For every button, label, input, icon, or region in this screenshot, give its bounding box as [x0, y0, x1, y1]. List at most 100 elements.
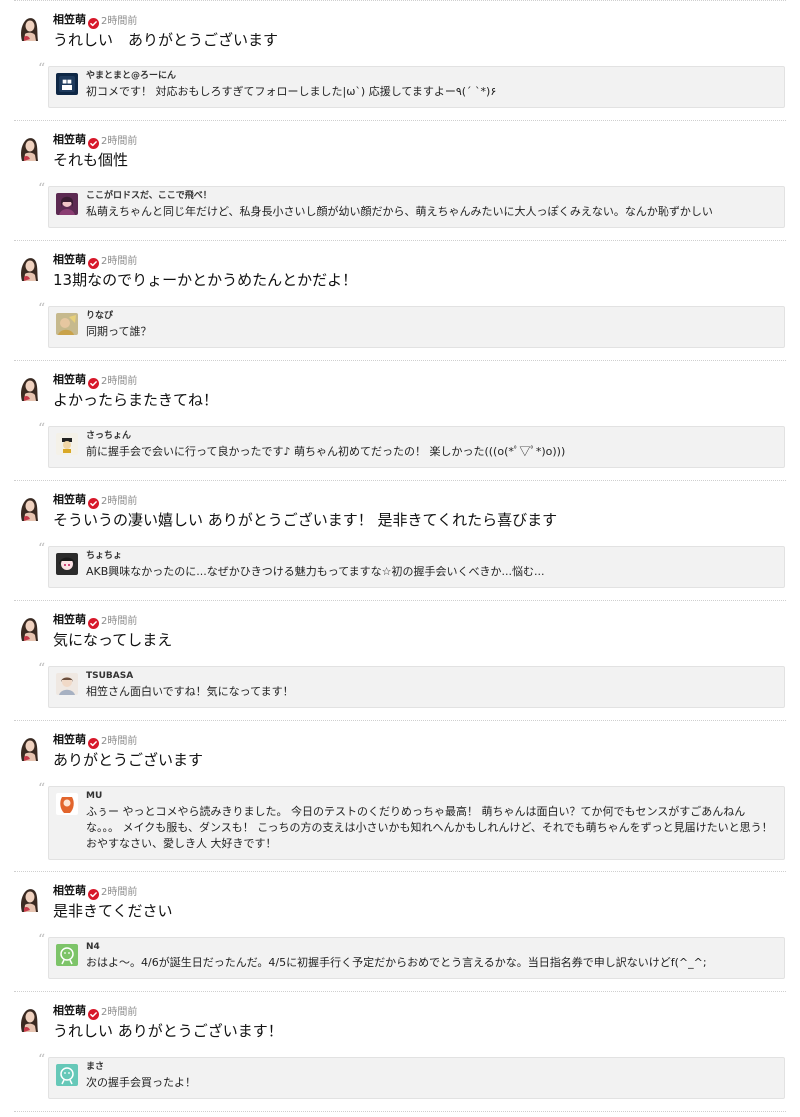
quoted-comment[interactable]: ここがロドスだ、ここで飛べ！ 私萌えちゃんと同じ年だけど、私身長小さいし顔が幼い顔… — [48, 186, 785, 228]
author-avatar[interactable] — [16, 1005, 42, 1033]
quote-icon: “ — [38, 541, 46, 557]
verified-icon — [88, 254, 99, 269]
author-name[interactable]: 相笠萌 — [53, 251, 86, 267]
verified-icon — [88, 134, 99, 149]
divider — [14, 0, 786, 1]
timestamp: 2時間前 — [101, 1006, 138, 1018]
commenter-avatar[interactable] — [56, 944, 78, 966]
svg-text:■■: ■■ — [62, 79, 72, 85]
timestamp: 2時間前 — [101, 135, 138, 147]
comment-text: AKB興味なかったのに...なぜかひきつける魅力もってますな☆初の握手会いくべき… — [86, 565, 545, 578]
quoted-comment[interactable]: ちょちょ AKB興味なかったのに...なぜかひきつける魅力もってますな☆初の握手会… — [48, 546, 785, 588]
quoted-comment[interactable]: まさ次の握手会買ったよ！ — [48, 1057, 785, 1099]
quote-icon: “ — [38, 781, 46, 797]
divider — [14, 871, 786, 872]
author-avatar[interactable] — [16, 374, 42, 402]
timestamp: 2時間前 — [101, 375, 138, 387]
post-meta: 相笠萌 2時間前 — [53, 11, 137, 29]
author-avatar[interactable] — [16, 885, 42, 913]
author-name[interactable]: 相笠萌 — [53, 11, 86, 27]
author-avatar[interactable] — [16, 254, 42, 282]
quote-icon: “ — [38, 932, 46, 948]
quote-icon: “ — [38, 661, 46, 677]
author-name[interactable]: 相笠萌 — [53, 1002, 86, 1018]
reply-text: 是非きてください — [53, 902, 173, 920]
feed-entry: 相笠萌 2時間前 是非きてください “ N4 おはよ～。4/6が誕生日だったんだ。4/5に… — [0, 871, 800, 991]
author-avatar[interactable] — [16, 494, 42, 522]
verified-icon — [88, 374, 99, 389]
divider — [14, 120, 786, 121]
divider — [14, 1111, 786, 1112]
feed-end — [0, 1111, 800, 1117]
comment-text: 次の握手会買ったよ！ — [86, 1076, 196, 1089]
timestamp: 2時間前 — [101, 615, 138, 627]
timestamp: 2時間前 — [101, 495, 138, 507]
quote-icon: “ — [38, 301, 46, 317]
commenter-name[interactable]: TSUBASA — [86, 671, 774, 682]
verified-icon — [88, 1005, 99, 1020]
reply-text: よかったらまたきてね！ — [53, 391, 219, 409]
comment-text: おはよ～。4/6が誕生日だったんだ。4/5に初握手行く予定だからおめでとう言える… — [86, 956, 707, 969]
commenter-avatar[interactable] — [56, 553, 78, 575]
divider — [14, 240, 786, 241]
quoted-comment[interactable]: N4 おはよ～。4/6が誕生日だったんだ。4/5に初握手行く予定だからおめでとう言… — [48, 937, 785, 979]
divider — [14, 360, 786, 361]
commenter-avatar[interactable] — [56, 1064, 78, 1086]
author-name[interactable]: 相笠萌 — [53, 491, 86, 507]
author-avatar[interactable] — [16, 734, 42, 762]
commenter-name[interactable]: N4 — [86, 942, 774, 953]
quoted-comment[interactable]: ■■ やまとまと@ろーにん 初コメです！ 対応おもしろすぎてフォローしました|ω`)… — [48, 66, 785, 108]
commenter-name[interactable]: やまとまと@ろーにん — [86, 71, 774, 82]
verified-icon — [88, 14, 99, 29]
verified-icon — [88, 885, 99, 900]
quote-icon: “ — [38, 61, 46, 77]
comment-text: ふぅー やっとコメやら読みきりました。 今日のテストのくだりめっちゃ最高！ 萌ち… — [86, 805, 773, 850]
quote-icon: “ — [38, 181, 46, 197]
divider — [14, 600, 786, 601]
commenter-name[interactable]: りなぴ — [86, 311, 774, 322]
commenter-name[interactable]: ここがロドスだ、ここで飛べ！ — [86, 191, 774, 202]
quoted-comment[interactable]: MU ふぅー やっとコメやら読みきりました。 今日のテストのくだりめっちゃ最高！ … — [48, 786, 785, 860]
quote-icon: “ — [38, 421, 46, 437]
author-name[interactable]: 相笠萌 — [53, 731, 86, 747]
commenter-name[interactable]: MU — [86, 791, 774, 802]
reply-text: 気になってしまえ — [53, 631, 173, 649]
commenter-avatar[interactable] — [56, 673, 78, 695]
comment-text: 相笠さん面白いですね！気になってます！ — [86, 685, 294, 698]
reply-text: そういうの凄い嬉しい ありがとうございます！ 是非きてくれたら喜びます — [53, 511, 558, 529]
feed-entry: 相笠萌 2時間前 13期なのでりょーかとかうめたんとかだよ！ “りなぴ 同期って誰？ — [0, 240, 800, 360]
author-avatar[interactable] — [16, 614, 42, 642]
post-meta: 相笠萌 2時間前 — [53, 491, 138, 509]
commenter-name[interactable]: さっちょん — [86, 431, 774, 442]
verified-icon — [88, 494, 99, 509]
commenter-avatar[interactable] — [56, 193, 78, 215]
comment-text: 初コメです！ 対応おもしろすぎてフォローしました|ω`) 応援してますよー٩(´… — [86, 85, 497, 98]
quoted-comment[interactable]: さっちょん前に握手会で会いに行って良かったです♪ 萌ちゃん初めてだったの！ 楽し… — [48, 426, 785, 468]
author-name[interactable]: 相笠萌 — [53, 611, 86, 627]
comment-text: 前に握手会で会いに行って良かったです♪ 萌ちゃん初めてだったの！ 楽しかった((… — [86, 445, 566, 458]
feed-entry: 相笠萌 2時間前 よかったらまたきてね！ “さっちょん 前に握手会で会いに行って良かった… — [0, 360, 800, 480]
author-name[interactable]: 相笠萌 — [53, 371, 86, 387]
feed-entry: 相笠萌 2時間前そういうの凄い嬉しい ありがとうございます！ 是非きてくれたら喜び… — [0, 480, 800, 600]
author-name[interactable]: 相笠萌 — [53, 131, 86, 147]
commenter-avatar[interactable] — [56, 793, 78, 815]
author-name[interactable]: 相笠萌 — [53, 882, 86, 898]
commenter-avatar[interactable]: ■■ — [56, 73, 78, 95]
author-avatar[interactable] — [16, 134, 42, 162]
post-meta: 相笠萌 2時間前 — [53, 1002, 138, 1020]
timestamp: 2時間前 — [101, 255, 138, 267]
commenter-name[interactable]: ちょちょ — [86, 551, 774, 562]
commenter-name[interactable]: まさ — [86, 1062, 774, 1073]
divider — [14, 480, 786, 481]
feed-entry: 相笠萌 2時間前 それも個性 “ ここがロドスだ、ここで飛べ！ 私萌えちゃんと同じ年だけど… — [0, 120, 800, 240]
author-avatar[interactable] — [16, 14, 42, 42]
feed-entry: 相笠萌 2時間前 うれしい ありがとうございます “ ■■ やまとまと@ろーにん 初コメです… — [0, 0, 800, 120]
verified-icon — [88, 734, 99, 749]
verified-icon — [88, 614, 99, 629]
commenter-avatar[interactable] — [56, 313, 78, 335]
quoted-comment[interactable]: りなぴ 同期って誰？ — [48, 306, 785, 348]
commenter-avatar[interactable] — [56, 433, 78, 455]
timestamp: 2時間前 — [101, 735, 138, 747]
divider — [14, 991, 786, 992]
quoted-comment[interactable]: TSUBASA 相笠さん面白いですね！気になってます！ — [48, 666, 785, 708]
